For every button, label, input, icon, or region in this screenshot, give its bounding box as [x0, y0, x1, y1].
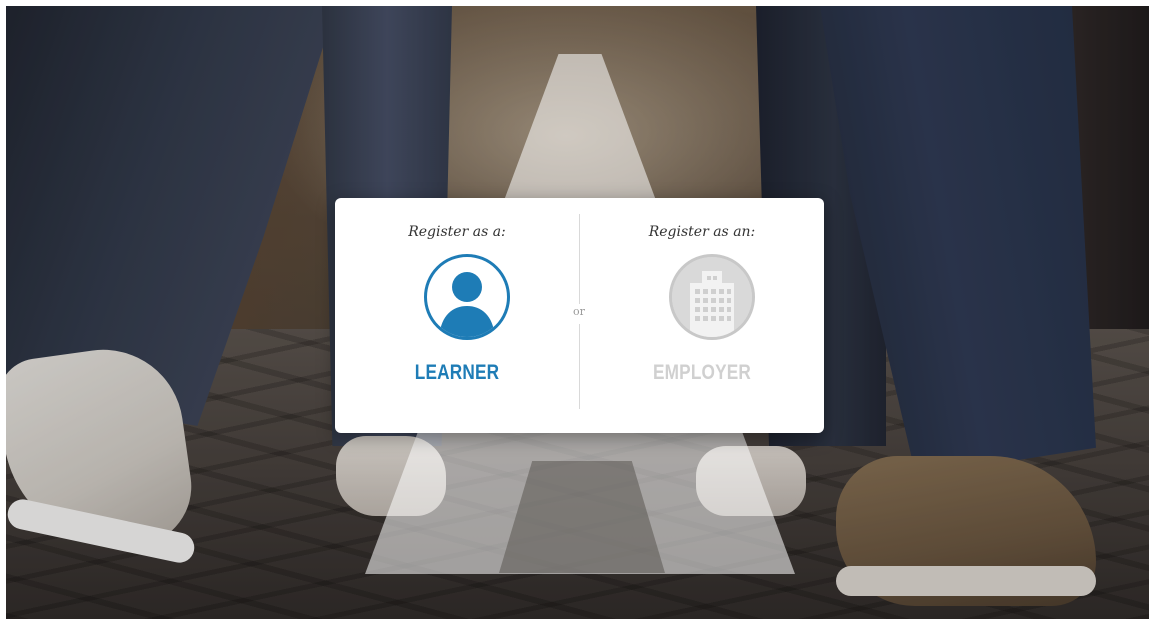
- employer-label[interactable]: EMPLOYER: [602, 361, 802, 385]
- learner-option[interactable]: Register as a: LEARNER: [335, 198, 579, 433]
- building-icon[interactable]: [669, 254, 755, 340]
- register-role-card: Register as a: LEARNER or Register as an…: [335, 198, 824, 433]
- learner-prompt: Register as a:: [408, 224, 506, 240]
- employer-option[interactable]: Register as an: EMPLOYER: [580, 198, 824, 433]
- learner-label[interactable]: LEARNER: [357, 361, 557, 385]
- employer-prompt: Register as an:: [648, 224, 756, 240]
- person-icon[interactable]: [424, 254, 510, 340]
